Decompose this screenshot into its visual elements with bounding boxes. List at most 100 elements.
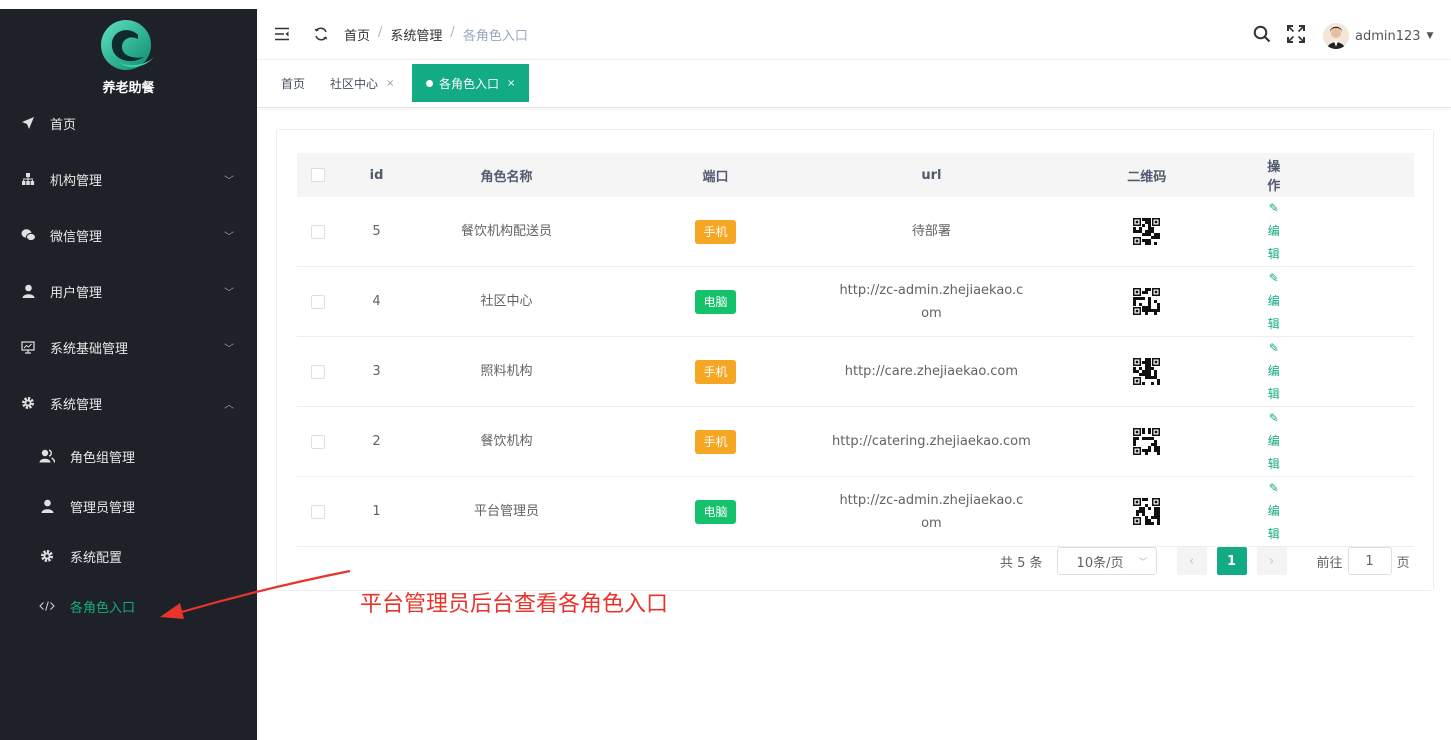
content-card: id 角色名称 端口 url 二维码 操作 5 餐饮机构配送员 手机 待部署 ✎… bbox=[276, 129, 1434, 591]
search-icon[interactable] bbox=[1252, 24, 1272, 44]
breadcrumb-separator: / bbox=[378, 25, 383, 40]
sidebar-item-basic[interactable]: 系统基础管理 ﹀ bbox=[0, 327, 257, 367]
chevron-down-icon: ﹀ bbox=[1138, 557, 1148, 568]
qr-code-icon[interactable] bbox=[1133, 358, 1161, 385]
row-checkbox[interactable] bbox=[311, 224, 325, 239]
wechat-icon bbox=[20, 227, 36, 243]
port-badge: 手机 bbox=[695, 429, 736, 454]
sidebar-subitem-label: 各角色入口 bbox=[70, 600, 136, 616]
breadcrumb-system[interactable]: 系统管理 bbox=[390, 25, 442, 44]
breadcrumb: 首页 / 系统管理 / 各角色入口 bbox=[344, 25, 528, 44]
port-badge: 手机 bbox=[695, 359, 736, 384]
close-icon[interactable]: × bbox=[386, 78, 394, 89]
tab-label: 社区中心 bbox=[330, 76, 379, 91]
next-page-button[interactable]: › bbox=[1256, 547, 1287, 575]
column-header[interactable]: url bbox=[832, 153, 1031, 197]
code-icon bbox=[39, 598, 55, 614]
qr-code-icon[interactable] bbox=[1133, 218, 1161, 245]
gear-icon bbox=[20, 395, 36, 411]
cell-role-name: 照料机构 bbox=[414, 336, 599, 407]
qr-code-icon[interactable] bbox=[1133, 498, 1161, 525]
chevron-down-icon: ﹀ bbox=[224, 231, 234, 243]
column-header[interactable]: 操作 bbox=[1262, 153, 1285, 197]
cell-id: 1 bbox=[339, 476, 414, 547]
chevron-down-icon: ﹀ bbox=[224, 343, 234, 355]
menu-fold-icon[interactable] bbox=[273, 25, 291, 43]
sidebar-item-label: 用户管理 bbox=[50, 285, 103, 301]
total-count: 共 5 条 bbox=[1000, 555, 1043, 571]
sidebar-item-org[interactable]: 机构管理 ﹀ bbox=[0, 159, 257, 199]
tab-role-entries[interactable]: 各角色入口 × bbox=[412, 64, 530, 102]
sidebar: 养老助餐 首页 机构管理 ﹀ 微信管理 ﹀ 用户管理 ﹀ 系统基础管理 ﹀ 系统… bbox=[0, 9, 257, 740]
sidebar-subitem-admins[interactable]: 管理员管理 bbox=[0, 486, 257, 526]
active-dot-icon bbox=[426, 79, 433, 87]
row-checkbox[interactable] bbox=[311, 364, 325, 379]
edit-button[interactable]: ✎编辑 bbox=[1268, 341, 1280, 401]
page-number-current[interactable]: 1 bbox=[1216, 547, 1247, 575]
top-header: 首页 / 系统管理 / 各角色入口 admin123 ▼ bbox=[257, 9, 1451, 60]
user-menu[interactable]: admin123 ▼ bbox=[1323, 23, 1433, 49]
qr-code-icon[interactable] bbox=[1133, 428, 1161, 455]
top-strip bbox=[0, 0, 1451, 9]
page-size-select[interactable]: 10条/页 ﹀ bbox=[1056, 547, 1157, 575]
edit-button[interactable]: ✎编辑 bbox=[1268, 271, 1280, 331]
edit-button[interactable]: ✎编辑 bbox=[1268, 201, 1280, 261]
logo-icon bbox=[101, 20, 154, 70]
edit-icon: ✎ bbox=[1268, 481, 1279, 495]
row-checkbox[interactable] bbox=[311, 434, 325, 449]
edit-icon: ✎ bbox=[1268, 411, 1279, 425]
tab-label: 首页 bbox=[281, 76, 306, 91]
qr-code-icon[interactable] bbox=[1133, 288, 1161, 315]
sidebar-subitem-roles[interactable]: 角色组管理 bbox=[0, 436, 257, 476]
breadcrumb-home[interactable]: 首页 bbox=[344, 25, 370, 44]
row-checkbox[interactable] bbox=[311, 504, 325, 519]
sidebar-item-label: 系统管理 bbox=[50, 397, 103, 413]
sidebar-subitem-label: 管理员管理 bbox=[70, 500, 136, 516]
fullscreen-icon[interactable] bbox=[1286, 24, 1306, 44]
sidebar-item-label: 系统基础管理 bbox=[50, 341, 129, 357]
cell-id: 3 bbox=[339, 336, 414, 407]
cell-id: 4 bbox=[339, 266, 414, 337]
sitemap-icon bbox=[20, 171, 36, 187]
paper-plane-icon bbox=[20, 115, 36, 131]
column-header[interactable]: 二维码 bbox=[1030, 153, 1263, 197]
table-row: 2 餐饮机构 手机 http://catering.zhejiaekao.com… bbox=[297, 406, 1414, 477]
close-icon[interactable]: × bbox=[507, 78, 515, 89]
goto-page-input[interactable] bbox=[1347, 547, 1392, 575]
tab-label: 各角色入口 bbox=[439, 76, 500, 91]
table-row: 4 社区中心 电脑 http://zc-admin.zhejiaekao.com… bbox=[297, 266, 1414, 337]
table-row: 3 照料机构 手机 http://care.zhejiaekao.com ✎编辑 bbox=[297, 336, 1414, 407]
goto-suffix: 页 bbox=[1396, 555, 1410, 571]
avatar bbox=[1323, 23, 1349, 49]
column-header[interactable]: id bbox=[339, 153, 414, 197]
edit-button[interactable]: ✎编辑 bbox=[1268, 481, 1280, 541]
chevron-down-icon: ﹀ bbox=[224, 175, 234, 187]
goto-prefix: 前往 bbox=[1316, 555, 1343, 571]
row-checkbox[interactable] bbox=[311, 294, 325, 309]
sidebar-item-system[interactable]: 系统管理 ︿ bbox=[0, 383, 257, 423]
port-badge: 电脑 bbox=[695, 289, 736, 314]
cell-url: http://zc-admin.zhejiaekao.com bbox=[832, 476, 1031, 547]
tab-bar: 首页 社区中心 × 各角色入口 × bbox=[257, 60, 1451, 108]
tab-home[interactable]: 首页 bbox=[281, 64, 305, 102]
cell-role-name: 社区中心 bbox=[414, 266, 599, 337]
tab-community-center[interactable]: 社区中心 × bbox=[330, 64, 394, 102]
chevron-up-icon: ︿ bbox=[224, 399, 234, 411]
sidebar-item-home[interactable]: 首页 bbox=[0, 103, 257, 143]
column-header[interactable]: 端口 bbox=[599, 153, 832, 197]
table-header-row: id 角色名称 端口 url 二维码 操作 bbox=[297, 153, 1414, 197]
select-all-checkbox[interactable] bbox=[311, 168, 325, 182]
edit-button[interactable]: ✎编辑 bbox=[1268, 411, 1280, 471]
pagination: 共 5 条 10条/页 ﹀ ‹ 1 › 前往 页 bbox=[1000, 547, 1410, 575]
prev-page-button[interactable]: ‹ bbox=[1176, 547, 1207, 575]
roles-table: id 角色名称 端口 url 二维码 操作 5 餐饮机构配送员 手机 待部署 ✎… bbox=[297, 153, 1414, 547]
sidebar-item-users[interactable]: 用户管理 ﹀ bbox=[0, 271, 257, 311]
sidebar-item-wechat[interactable]: 微信管理 ﹀ bbox=[0, 215, 257, 255]
cell-id: 5 bbox=[339, 197, 414, 267]
user-icon bbox=[39, 498, 55, 514]
refresh-icon[interactable] bbox=[312, 25, 330, 43]
breadcrumb-current: 各角色入口 bbox=[462, 29, 528, 44]
column-header[interactable]: 角色名称 bbox=[414, 153, 599, 197]
annotation-arrow-icon bbox=[160, 569, 351, 619]
cell-url: 待部署 bbox=[832, 197, 1031, 267]
